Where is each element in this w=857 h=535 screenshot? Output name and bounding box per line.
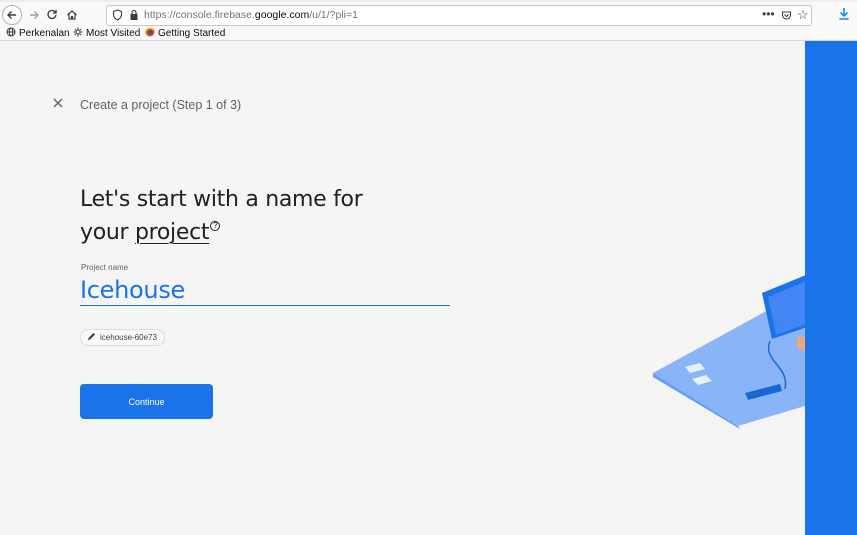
url-domain: google.com xyxy=(254,9,310,21)
shield-icon[interactable] xyxy=(112,8,123,26)
bookmark-most-visited[interactable]: Most Visited xyxy=(73,27,140,40)
continue-button[interactable]: Continue xyxy=(80,384,213,419)
bookmark-perkenalan[interactable]: Perkenalan xyxy=(6,27,70,40)
url-prefix: https://console.firebase. xyxy=(144,9,255,21)
bookmark-label: Perkenalan xyxy=(19,28,70,39)
page-headline: Let's start with a name for your project… xyxy=(80,183,363,249)
forward-button[interactable] xyxy=(24,5,44,25)
workspace-illustration xyxy=(650,241,850,481)
project-id-text: icehouse-60e73 xyxy=(100,333,157,342)
headline-line-1: Let's start with a name for xyxy=(80,187,363,212)
reload-icon xyxy=(47,9,57,20)
arrow-left-icon xyxy=(7,11,16,19)
bookmark-getting-started[interactable]: Getting Started xyxy=(145,27,225,40)
download-button[interactable] xyxy=(838,7,850,26)
download-icon xyxy=(839,8,849,20)
side-accent-panel xyxy=(805,41,857,535)
lock-icon[interactable] xyxy=(129,8,139,26)
bookmarks-bar: Perkenalan Most Visited Getting Started xyxy=(0,26,857,41)
url-suffix: /u/1/?pli=1 xyxy=(309,9,358,21)
close-icon xyxy=(53,98,63,108)
pencil-icon xyxy=(87,332,96,343)
url-bar[interactable]: https://console.firebase.google.com/u/1/… xyxy=(106,5,812,26)
browser-toolbar: https://console.firebase.google.com/u/1/… xyxy=(0,0,857,26)
arrow-right-icon xyxy=(30,11,39,19)
page-actions-menu-icon[interactable]: ••• xyxy=(762,7,775,21)
help-icon[interactable]: ? xyxy=(210,221,221,231)
project-term-link[interactable]: project xyxy=(135,220,210,245)
pocket-icon[interactable] xyxy=(781,8,792,26)
gear-icon xyxy=(73,27,83,40)
step-title: Create a project (Step 1 of 3) xyxy=(80,98,242,112)
project-id-chip[interactable]: icehouse-60e73 xyxy=(80,329,165,346)
url-text: https://console.firebase.google.com/u/1/… xyxy=(144,9,358,21)
headline-line-2: your project? xyxy=(80,216,362,249)
close-button[interactable] xyxy=(52,97,64,109)
firefox-icon xyxy=(145,27,155,40)
project-name-label: Project name xyxy=(81,263,129,272)
headline-prefix: your xyxy=(80,220,135,245)
back-button[interactable] xyxy=(2,5,22,25)
project-name-input[interactable] xyxy=(80,274,450,306)
bookmark-star-icon[interactable]: ☆ xyxy=(797,7,809,23)
globe-icon xyxy=(6,27,16,40)
home-button[interactable] xyxy=(62,5,82,25)
create-project-page: Create a project (Step 1 of 3) Let's sta… xyxy=(0,41,857,535)
reload-button[interactable] xyxy=(42,5,62,25)
home-icon xyxy=(67,10,77,20)
bookmark-label: Getting Started xyxy=(158,28,226,39)
bookmark-label: Most Visited xyxy=(86,28,141,39)
